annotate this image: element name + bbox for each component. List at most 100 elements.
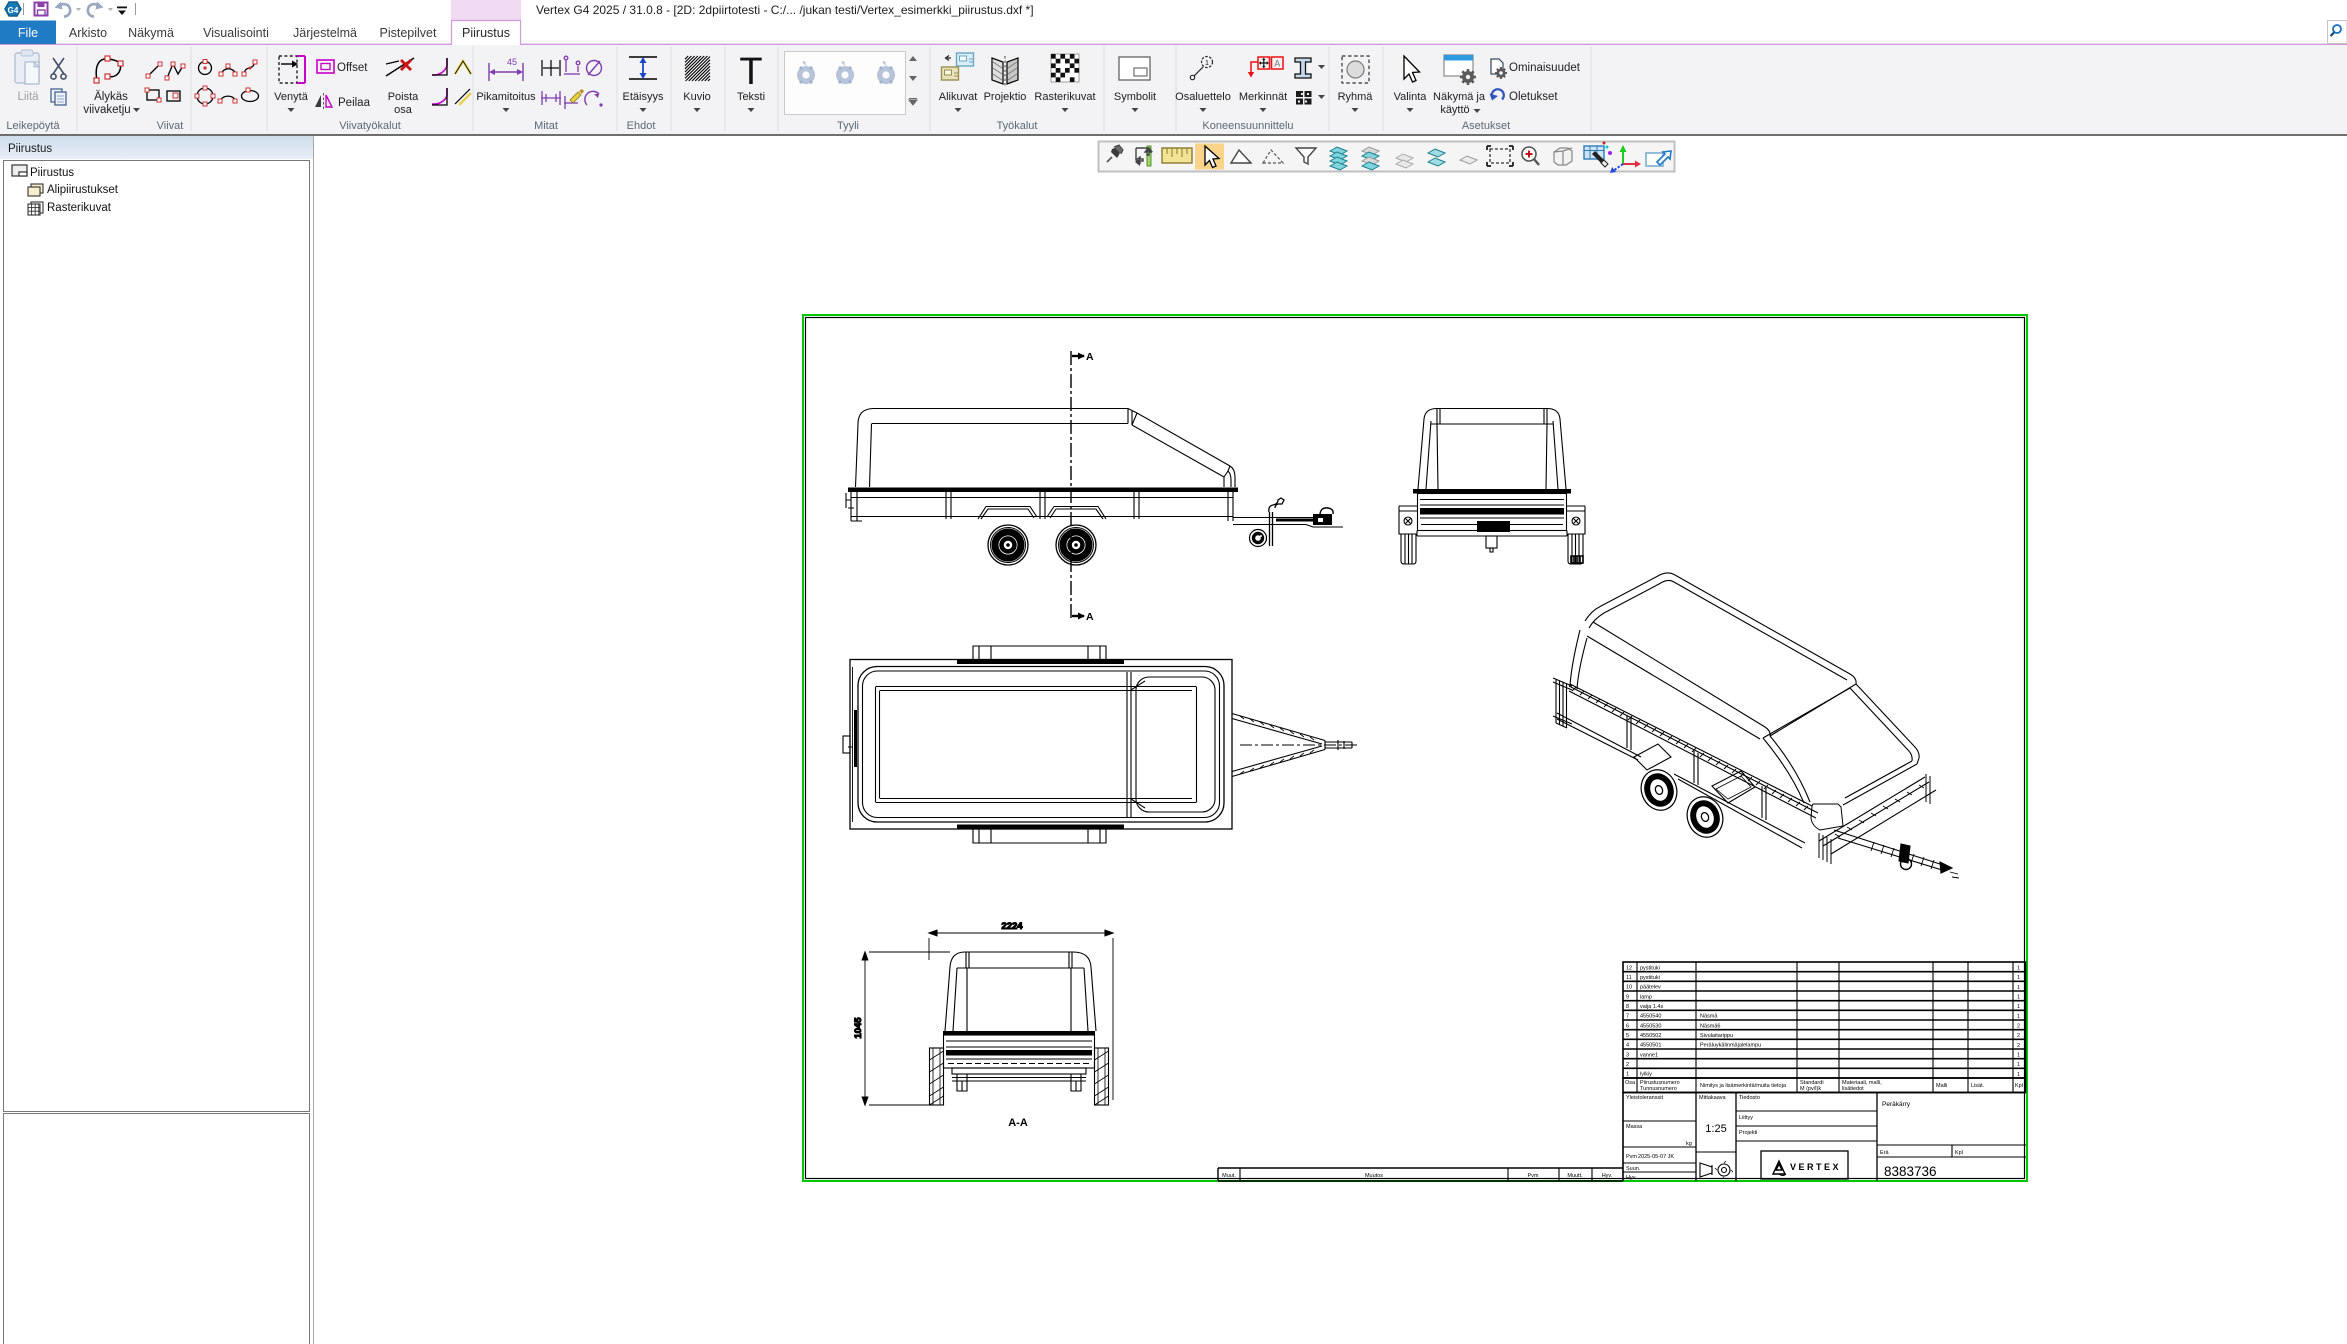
svg-text:Tunnusnumero: Tunnusnumero <box>1640 1086 1677 1092</box>
svg-text:A-A: A-A <box>1008 1117 1028 1129</box>
svg-text:3: 3 <box>1626 1052 1629 1058</box>
svg-text:Alipiirustukset: Alipiirustukset <box>47 184 119 196</box>
svg-text:Älykäs: Älykäs <box>94 91 128 103</box>
svg-text:9: 9 <box>1626 994 1629 1000</box>
svg-text:Venytä: Venytä <box>274 91 309 103</box>
svg-text:Kpl: Kpl <box>1955 1150 1963 1156</box>
svg-text:7: 7 <box>1626 1014 1629 1020</box>
svg-text:Projektio: Projektio <box>984 91 1027 103</box>
svg-text:Suun.: Suun. <box>1626 1166 1641 1172</box>
svg-text:kg: kg <box>1686 1141 1692 1147</box>
svg-text:2224: 2224 <box>1001 921 1023 932</box>
svg-text:Näsmä: Näsmä <box>1700 1014 1718 1020</box>
svg-text:vaija 1.4s: vaija 1.4s <box>1640 1004 1663 1010</box>
svg-text:Kpl: Kpl <box>2015 1083 2023 1089</box>
svg-text:1: 1 <box>1205 58 1209 67</box>
svg-text:Nimitys ja lisämerkintä/muita: Nimitys ja lisämerkintä/muita tietoja <box>1700 1083 1787 1089</box>
svg-text:Ominaisuudet: Ominaisuudet <box>1509 62 1581 74</box>
svg-text:Mittakaava: Mittakaava <box>1699 1095 1727 1101</box>
svg-text:2: 2 <box>1626 1062 1629 1068</box>
svg-text:lamp: lamp <box>1640 994 1652 1000</box>
svg-text:Ryhmä: Ryhmä <box>1338 91 1374 103</box>
svg-text:Etäisyys: Etäisyys <box>623 91 664 103</box>
svg-text:1: 1 <box>1626 1072 1629 1078</box>
svg-text:2: 2 <box>2017 1043 2020 1049</box>
svg-text:Muutt.: Muutt. <box>1567 1173 1583 1179</box>
svg-text:4550502: 4550502 <box>1640 1033 1661 1039</box>
svg-text:Oletukset: Oletukset <box>1509 91 1558 103</box>
svg-text:2: 2 <box>2017 1033 2020 1039</box>
svg-text:8383736: 8383736 <box>1884 1164 1937 1179</box>
svg-text:12: 12 <box>1626 966 1632 972</box>
svg-text:5: 5 <box>1626 1033 1629 1039</box>
svg-text:Merkinnät: Merkinnät <box>1239 91 1287 103</box>
svg-text:1045: 1045 <box>853 1017 864 1039</box>
svg-text:M (pv/l)k: M (pv/l)k <box>1800 1086 1821 1092</box>
svg-text:Massa: Massa <box>1626 1124 1643 1130</box>
svg-text:Pvm: Pvm <box>1528 1173 1539 1179</box>
svg-text:Kuvio: Kuvio <box>683 91 711 103</box>
svg-text:Mitat: Mitat <box>534 120 558 132</box>
svg-text:Leikepöytä: Leikepöytä <box>6 120 60 132</box>
svg-text:Arkisto: Arkisto <box>69 26 107 40</box>
svg-text:Osa: Osa <box>1625 1080 1636 1086</box>
svg-text:Teksti: Teksti <box>737 91 765 103</box>
svg-text:Rasterikuvat: Rasterikuvat <box>1034 91 1095 103</box>
svg-text:Näkymä ja: Näkymä ja <box>1433 91 1486 103</box>
svg-text:Järjestelmä: Järjestelmä <box>293 26 357 40</box>
svg-text:lisätiedot: lisätiedot <box>1842 1086 1864 1092</box>
svg-text:11: 11 <box>1626 975 1632 981</box>
svg-text:Ehdot: Ehdot <box>627 120 656 132</box>
svg-text:4550501: 4550501 <box>1640 1043 1661 1049</box>
svg-text:Malli: Malli <box>1936 1083 1947 1089</box>
svg-text:1:25: 1:25 <box>1705 1123 1726 1135</box>
svg-text:Poista: Poista <box>388 91 419 103</box>
svg-text:Peilaa: Peilaa <box>338 97 371 109</box>
svg-text:Erä: Erä <box>1880 1150 1890 1156</box>
svg-text:Valinta: Valinta <box>1394 91 1428 103</box>
svg-text:2: 2 <box>2017 1024 2020 1030</box>
svg-text:Liittyy: Liittyy <box>1739 1115 1753 1121</box>
svg-text:Alikuvat: Alikuvat <box>939 91 978 103</box>
svg-text:Työkalut: Työkalut <box>997 120 1038 132</box>
svg-text:Projekti: Projekti <box>1739 1130 1757 1136</box>
svg-text:A: A <box>1274 59 1280 69</box>
svg-text:1: 1 <box>2017 975 2020 981</box>
svg-text:Näsmä6: Näsmä6 <box>1700 1023 1720 1029</box>
svg-text:Viivat: Viivat <box>157 120 184 132</box>
svg-text:File: File <box>18 26 38 40</box>
svg-text:Yleistoleranssit: Yleistoleranssit <box>1626 1095 1663 1101</box>
svg-text:Offset: Offset <box>337 62 368 74</box>
svg-text:1: 1 <box>2017 1053 2020 1059</box>
svg-text:2025-05-07 JK: 2025-05-07 JK <box>1638 1154 1674 1160</box>
svg-text:Lisät.: Lisät. <box>1971 1083 1985 1089</box>
svg-text:Muutos: Muutos <box>1365 1173 1383 1179</box>
svg-text:T: T <box>739 51 762 93</box>
svg-text:6: 6 <box>1626 1023 1629 1029</box>
svg-text:käyttö: käyttö <box>1440 104 1469 116</box>
svg-text:10: 10 <box>1626 985 1632 991</box>
svg-text:A: A <box>1086 611 1094 623</box>
svg-text:Pistepilvet: Pistepilvet <box>380 26 437 40</box>
svg-text:Viivatyökalut: Viivatyökalut <box>339 120 401 132</box>
svg-text:Piirustus: Piirustus <box>8 143 52 155</box>
svg-text:Visualisointi: Visualisointi <box>203 26 269 40</box>
svg-text:1: 1 <box>2017 995 2020 1001</box>
svg-text:Piirustus: Piirustus <box>462 26 510 40</box>
svg-text:4: 4 <box>1626 1043 1629 1049</box>
svg-text:Osaluettelo: Osaluettelo <box>1175 91 1231 103</box>
svg-text:1: 1 <box>2017 1004 2020 1010</box>
svg-text:1: 1 <box>2017 985 2020 991</box>
svg-text:Sivulaitarippu: Sivulaitarippu <box>1700 1033 1733 1039</box>
svg-text:8: 8 <box>1626 1004 1629 1010</box>
svg-text:4550530: 4550530 <box>1640 1023 1661 1029</box>
svg-text:1: 1 <box>2017 1062 2020 1068</box>
svg-text:Koneensuunnittelu: Koneensuunnittelu <box>1202 120 1293 132</box>
svg-text:1: 1 <box>2017 966 2020 972</box>
svg-text:Vertex G4 2025 / 31.0.8 - [2D:: Vertex G4 2025 / 31.0.8 - [2D: 2dpiirtot… <box>536 3 1034 17</box>
svg-text:Rasterikuvat: Rasterikuvat <box>47 202 112 214</box>
svg-text:Hyv.: Hyv. <box>1602 1173 1613 1179</box>
svg-text:Näkymä: Näkymä <box>128 26 174 40</box>
svg-text:pystituki: pystituki <box>1640 975 1660 981</box>
svg-text:Asetukset: Asetukset <box>1462 120 1510 132</box>
